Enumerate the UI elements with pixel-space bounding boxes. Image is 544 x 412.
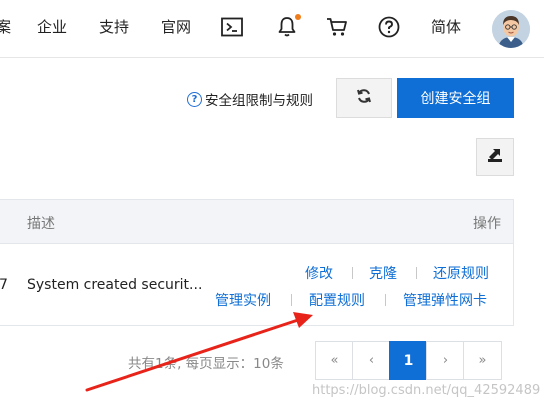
column-header-actions: 操作 <box>473 216 501 232</box>
refresh-icon <box>356 88 372 108</box>
terminal-icon[interactable] <box>219 14 245 40</box>
table-row: 7 System created securit... 修改 克隆 还原规则 管… <box>0 244 514 326</box>
cell-truncated-value: 7 <box>0 277 8 293</box>
notification-dot <box>295 14 301 20</box>
cart-icon[interactable] <box>324 14 350 40</box>
divider <box>291 294 292 306</box>
pagination-first-button[interactable]: « <box>315 341 354 380</box>
nav-item-enterprise[interactable]: 企业 <box>37 17 67 37</box>
action-restore-rules-link[interactable]: 还原规则 <box>433 263 489 283</box>
divider <box>385 294 386 306</box>
help-link-label: 安全组限制与规则 <box>205 93 313 109</box>
help-icon[interactable] <box>376 14 402 40</box>
action-clone-link[interactable]: 克隆 <box>369 263 397 283</box>
action-manage-eni-link[interactable]: 管理弹性网卡 <box>403 290 487 310</box>
cell-description: System created securit... <box>27 277 203 293</box>
help-circle-icon: ? <box>187 91 202 107</box>
divider <box>416 267 417 279</box>
export-button[interactable] <box>476 138 514 176</box>
column-header-description: 描述 <box>27 216 55 232</box>
top-navigation-bar: 案 企业 支持 官网 简体 <box>0 0 544 58</box>
pagination-prev-button[interactable]: ‹ <box>352 341 391 380</box>
pagination-summary: 共有1条, 每页显示：10条 <box>128 356 284 372</box>
pagination-next-button[interactable]: › <box>426 341 465 380</box>
pagination-page-1[interactable]: 1 <box>389 341 428 380</box>
divider <box>352 267 353 279</box>
action-configure-rules-link[interactable]: 配置规则 <box>309 290 365 310</box>
security-group-rules-help-link[interactable]: ? 安全组限制与规则 <box>187 89 313 109</box>
nav-item-support[interactable]: 支持 <box>99 17 129 37</box>
nav-item-truncated[interactable]: 案 <box>0 17 11 37</box>
refresh-button[interactable] <box>336 78 392 118</box>
create-security-group-button[interactable]: 创建安全组 <box>397 78 514 118</box>
action-modify-link[interactable]: 修改 <box>305 263 333 283</box>
action-manage-instances-link[interactable]: 管理实例 <box>215 290 271 310</box>
export-icon <box>486 146 504 168</box>
avatar[interactable] <box>492 10 530 48</box>
table-header: 描述 操作 <box>0 199 514 244</box>
watermark: https://blog.csdn.net/qq_42592489 <box>312 383 541 398</box>
nav-item-official-site[interactable]: 官网 <box>161 17 191 37</box>
pagination-last-button[interactable]: » <box>463 341 502 380</box>
language-switch[interactable]: 简体 <box>431 17 461 37</box>
